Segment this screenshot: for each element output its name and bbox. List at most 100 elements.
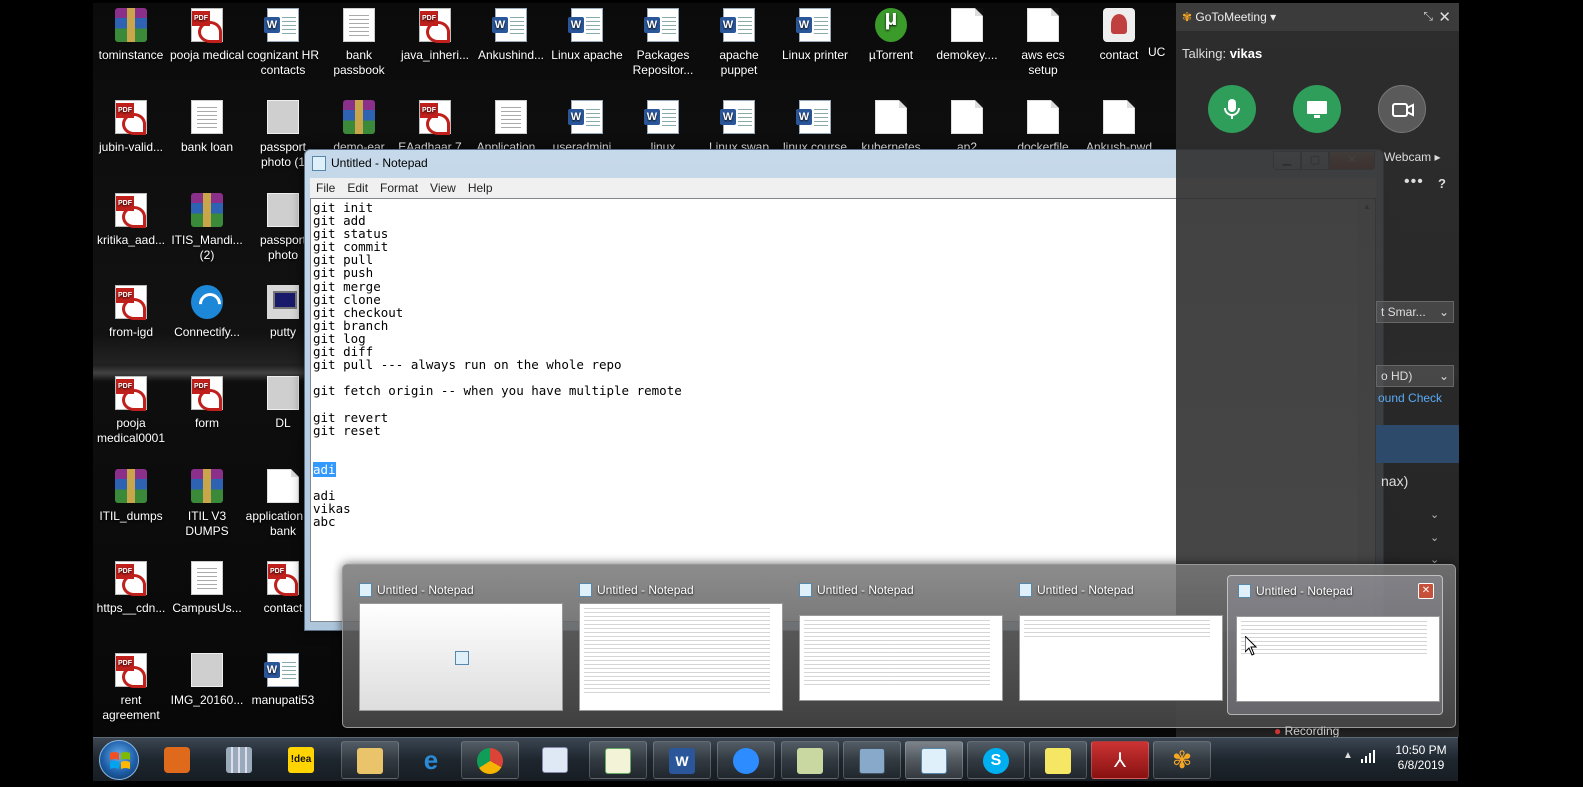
menu-format[interactable]: Format: [374, 178, 424, 195]
desktop-icon[interactable]: kubernetes: [853, 100, 929, 155]
menu-help[interactable]: Help: [462, 178, 499, 195]
desktop-icon-label: kritika_aad...: [96, 233, 166, 247]
word-file-icon: [796, 8, 831, 42]
thumbnail-window-3[interactable]: Untitled - Notepad: [797, 575, 1005, 715]
thumbnail-preview: [579, 603, 783, 711]
desktop-icon[interactable]: Linux apache: [549, 8, 625, 63]
taskbar-sticky-notes-button[interactable]: [1029, 741, 1087, 779]
start-button[interactable]: [99, 740, 139, 780]
taskbar-virtualbox-button[interactable]: [843, 741, 901, 779]
desktop-icon[interactable]: java_inheri...: [397, 8, 473, 63]
taskbar: !dea e W S ⅄ ✾ ▲ 10:50 PM 6/8/2019: [93, 737, 1458, 781]
desktop-icon[interactable]: IMG_20160...: [169, 653, 245, 708]
desktop-icon[interactable]: jubin-valid...: [93, 100, 169, 155]
taskbar-acrobat-button[interactable]: ⅄: [1091, 741, 1149, 779]
system-clock[interactable]: 10:50 PM 6/8/2019: [1385, 743, 1457, 773]
menu-view[interactable]: View: [424, 178, 462, 195]
desktop-icon[interactable]: demokey....: [929, 8, 1005, 63]
webcam-button[interactable]: [1378, 85, 1426, 133]
desktop-icon[interactable]: contact: [1081, 8, 1157, 63]
thumbnail-preview: [1019, 615, 1223, 701]
sound-check-link[interactable]: ound Check: [1378, 391, 1442, 405]
taskbar-explorer-button[interactable]: [341, 741, 399, 779]
desktop-icon[interactable]: ap2: [929, 100, 1005, 155]
taskbar-folder-button[interactable]: [781, 741, 839, 779]
taskbar-idea-button[interactable]: !dea: [273, 741, 331, 779]
desktop-icon[interactable]: useradmini...: [549, 100, 625, 155]
desktop-icon-label: Linux printer: [781, 48, 849, 62]
desktop-icon[interactable]: Linux printer: [777, 8, 853, 63]
desktop-icon[interactable]: linux course: [777, 100, 853, 155]
microphone-button[interactable]: [1208, 85, 1256, 133]
desktop-icon[interactable]: cognizant HR contacts: [245, 8, 321, 78]
webcam-menu[interactable]: Webcam ▸: [1384, 150, 1441, 164]
desktop-icon[interactable]: pooja medical0001: [93, 376, 169, 446]
desktop-icon[interactable]: Application...: [473, 100, 549, 155]
desktop-icon[interactable]: ITIL_dumps: [93, 469, 169, 524]
menu-file[interactable]: File: [310, 178, 341, 195]
desktop-icon[interactable]: EAadhaar 7...: [397, 100, 473, 155]
desktop-icon[interactable]: ITIS_Mandi... (2): [169, 193, 245, 263]
screen-share-button[interactable]: [1293, 85, 1341, 133]
microphone-select[interactable]: o HD) ⌄: [1376, 365, 1454, 387]
desktop-icon[interactable]: form: [169, 376, 245, 431]
desktop-icon[interactable]: CampusUs...: [169, 561, 245, 616]
desktop-icon[interactable]: dockerfile: [1005, 100, 1081, 155]
desktop-icon[interactable]: Linux swap: [701, 100, 777, 155]
taskbar-gotomeeting-button[interactable]: ✾: [1153, 741, 1211, 779]
menu-edit[interactable]: Edit: [341, 178, 374, 195]
desktop-icon[interactable]: demo-ear: [321, 100, 397, 155]
more-options-icon[interactable]: •••: [1404, 173, 1424, 191]
desktop-icon[interactable]: Connectify...: [169, 285, 245, 340]
shrink-icon[interactable]: ⤡: [1423, 9, 1433, 24]
taskbar-media-player-button[interactable]: [149, 741, 207, 779]
show-hidden-icons-button[interactable]: ▲: [1343, 750, 1353, 761]
taskbar-file-manager-button[interactable]: [527, 741, 585, 779]
taskbar-ie-button[interactable]: e: [403, 741, 461, 779]
desktop-icon[interactable]: ITIL V3 DUMPS: [169, 469, 245, 539]
thumbnail-window-4[interactable]: Untitled - Notepad: [1017, 575, 1225, 715]
blank-file-icon: [1027, 8, 1059, 42]
desktop-icon[interactable]: tominstance: [93, 8, 169, 63]
desktop-icon[interactable]: manupati53: [245, 653, 321, 708]
chevron-down-icon[interactable]: ⌄: [1430, 531, 1439, 544]
network-signal-icon[interactable]: [1361, 749, 1375, 763]
desktop-icon[interactable]: bank passbook: [321, 8, 397, 78]
thumbnail-close-button[interactable]: ✕: [1418, 583, 1434, 599]
thumbnail-window-5[interactable]: Untitled - Notepad ✕: [1227, 575, 1443, 715]
desktop-icon[interactable]: Ankush-pwd: [1081, 100, 1157, 155]
taskbar-notepad-button[interactable]: [905, 741, 963, 779]
help-icon[interactable]: ?: [1438, 176, 1446, 191]
gotomeeting-flower-icon: ✾: [1182, 10, 1193, 24]
speaker-select[interactable]: t Smar... ⌄: [1376, 301, 1454, 323]
desktop-icon[interactable]: linux: [625, 100, 701, 155]
editor-text-after: adi vikas abc: [313, 488, 351, 530]
thumbnail-window-1[interactable]: Untitled - Notepad: [357, 575, 565, 715]
desktop-icon[interactable]: kritika_aad...: [93, 193, 169, 248]
thumbnail-window-2[interactable]: Untitled - Notepad: [577, 575, 785, 715]
desktop-icon[interactable]: Ankushind...: [473, 8, 549, 63]
desktop-icon[interactable]: aws ecs setup: [1005, 8, 1081, 78]
desktop-icon-label: from-igd: [108, 325, 153, 339]
taskbar-calculator-button[interactable]: [211, 741, 269, 779]
desktop-icon[interactable]: Packages Repositor...: [625, 8, 701, 78]
taskbar-zoom-button[interactable]: [717, 741, 775, 779]
rar-file-icon: [115, 469, 147, 503]
taskbar-word-button[interactable]: W: [653, 741, 711, 779]
chevron-down-icon[interactable]: ⌄: [1430, 508, 1439, 521]
taskbar-notepadpp-button[interactable]: [589, 741, 647, 779]
taskbar-skype-button[interactable]: S: [967, 741, 1025, 779]
desktop-icon[interactable]: from-igd: [93, 285, 169, 340]
desktop-icon[interactable]: rent agreement: [93, 653, 169, 723]
calculator-icon: [226, 747, 252, 773]
desktop-icon[interactable]: pooja medical: [169, 8, 245, 63]
desktop-icon[interactable]: https__cdn...: [93, 561, 169, 616]
gotomeeting-logo[interactable]: ✾ GoToMeeting ▾: [1182, 10, 1276, 24]
close-icon[interactable]: ✕: [1438, 8, 1451, 26]
screen-icon: [1307, 101, 1327, 118]
desktop-icon[interactable]: µTorrent: [853, 8, 929, 63]
desktop-icon-label: CampusUs...: [172, 601, 242, 615]
desktop-icon[interactable]: apache puppet: [701, 8, 777, 78]
taskbar-chrome-button[interactable]: [461, 741, 519, 779]
desktop-icon[interactable]: bank loan: [169, 100, 245, 155]
